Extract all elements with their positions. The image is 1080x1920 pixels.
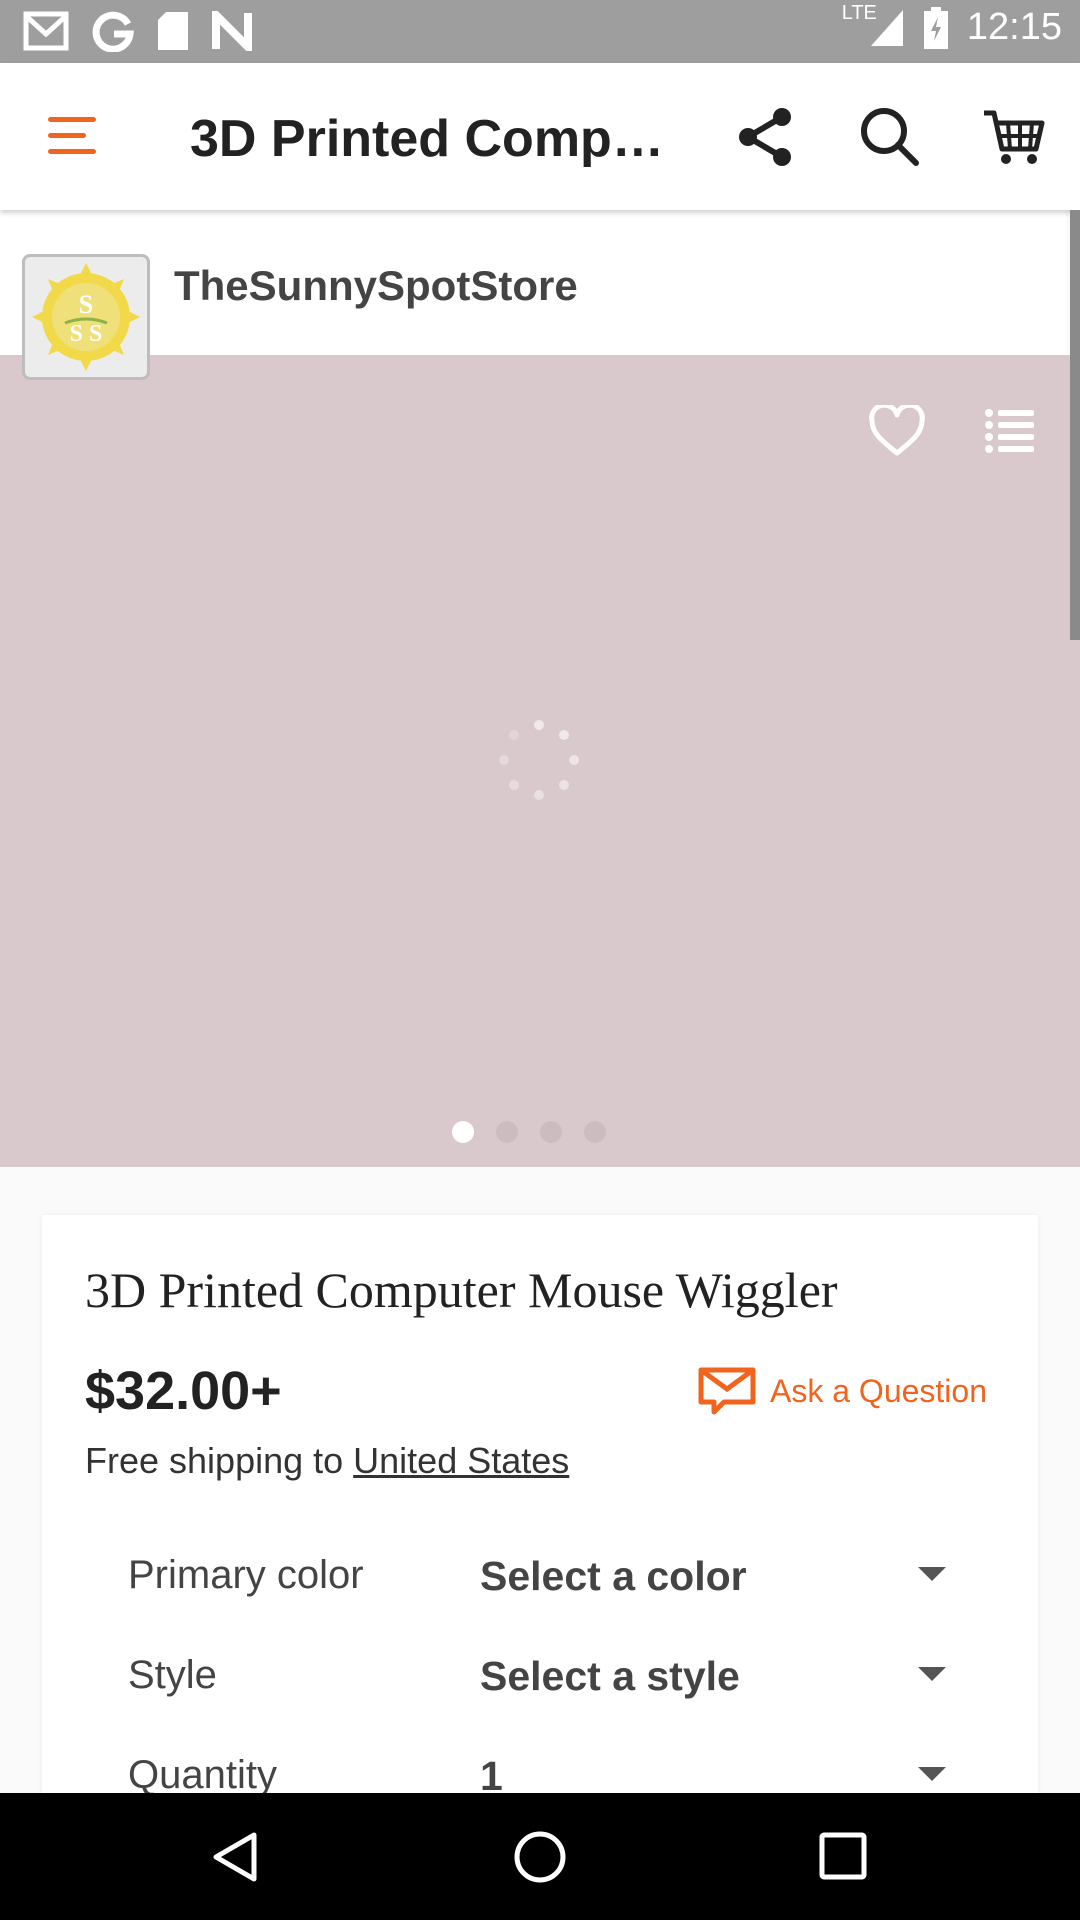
shop-name[interactable]: TheSunnySpotStore (174, 262, 578, 310)
shipping-country-link[interactable]: United States (353, 1440, 569, 1481)
product-price: $32.00+ (85, 1361, 282, 1421)
shipping-info: Free shipping to United States (85, 1440, 569, 1482)
clock: 12:15 (966, 6, 1062, 48)
loading-spinner-icon (499, 720, 579, 800)
home-icon[interactable] (512, 1829, 568, 1885)
shipping-prefix: Free shipping to (85, 1440, 354, 1481)
product-details-card: 3D Printed Computer Mouse Wiggler $32.00… (42, 1215, 1038, 1815)
sun-logo-icon: S S S (32, 263, 140, 371)
option-value[interactable]: Select a style (480, 1653, 740, 1700)
pagination-dot[interactable] (540, 1121, 562, 1143)
status-bar: LTE 12:15 (0, 0, 1080, 63)
network-type: LTE (841, 2, 877, 24)
gmail-icon (23, 11, 69, 51)
option-label: Style (128, 1653, 217, 1697)
add-to-list-icon[interactable] (984, 407, 1034, 453)
system-status: LTE 12:15 (842, 2, 1062, 49)
product-title: 3D Printed Computer Mouse Wiggler (85, 1262, 838, 1318)
google-icon (92, 11, 134, 52)
shop-logo[interactable]: S S S (22, 254, 150, 380)
dropdown-arrow-icon[interactable] (918, 1567, 946, 1581)
option-label: Primary color (128, 1553, 364, 1597)
option-label: Quantity (128, 1753, 277, 1797)
scrollbar[interactable] (1070, 210, 1080, 640)
search-icon[interactable] (858, 105, 922, 169)
back-icon[interactable] (210, 1831, 260, 1883)
cart-icon[interactable] (982, 105, 1046, 169)
ask-question-button[interactable]: Ask a Question (698, 1367, 987, 1415)
pagination-dot[interactable] (452, 1121, 474, 1143)
primary-color-select[interactable]: Primary color Select a color (128, 1545, 958, 1615)
battery-charging-icon (923, 6, 948, 49)
app-bar: 3D Printed Comp… (0, 63, 1080, 210)
share-icon[interactable] (734, 105, 798, 169)
page-title: 3D Printed Comp… (190, 110, 664, 168)
system-navigation-bar (0, 1793, 1080, 1920)
pagination-dot[interactable] (584, 1121, 606, 1143)
recents-icon[interactable] (818, 1831, 868, 1881)
n-icon (212, 11, 252, 51)
ask-question-label: Ask a Question (770, 1372, 987, 1409)
logo-text-ss: S S (70, 321, 103, 347)
notification-icons (22, 10, 254, 52)
logo-text-s: S (79, 290, 93, 319)
dropdown-arrow-icon[interactable] (918, 1667, 946, 1681)
heart-icon[interactable] (868, 405, 926, 457)
pagination-dot[interactable] (496, 1121, 518, 1143)
menu-icon[interactable] (48, 115, 100, 155)
dropdown-arrow-icon[interactable] (918, 1767, 946, 1781)
gallery-pagination (452, 1121, 606, 1143)
product-image-gallery[interactable] (0, 355, 1080, 1167)
message-icon (698, 1367, 756, 1415)
sd-card-icon (158, 12, 188, 50)
option-value[interactable]: Select a color (480, 1553, 747, 1600)
style-select[interactable]: Style Select a style (128, 1645, 958, 1715)
